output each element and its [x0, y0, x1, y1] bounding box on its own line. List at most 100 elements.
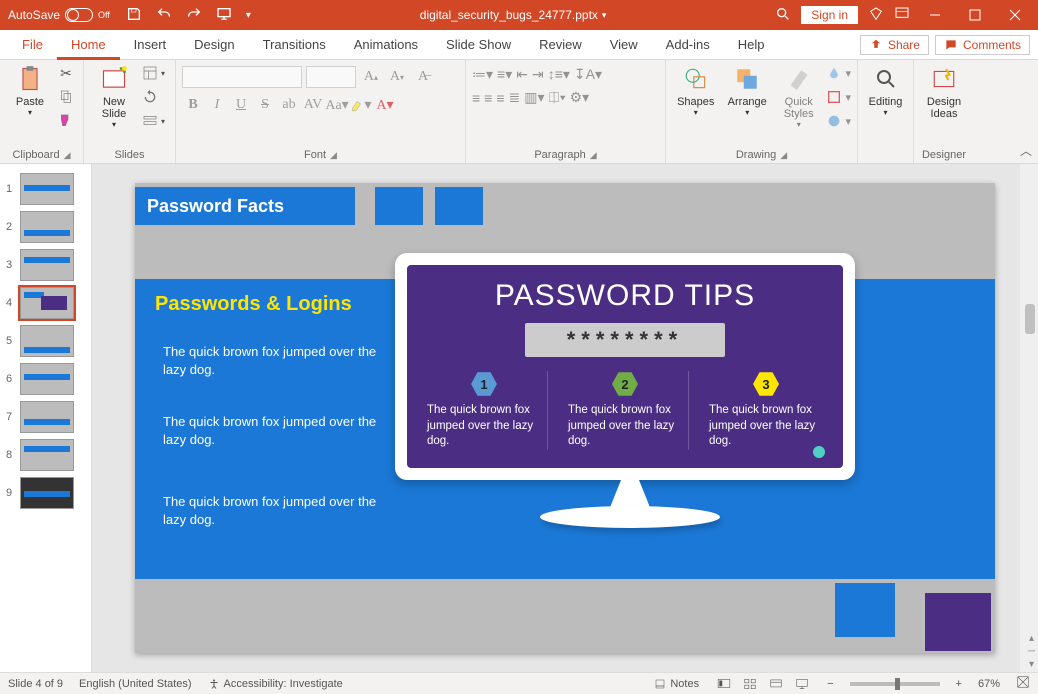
- maximize-button[interactable]: [960, 3, 990, 27]
- underline-button[interactable]: U: [230, 94, 252, 116]
- strike-button[interactable]: S: [254, 94, 276, 116]
- slide-paragraph[interactable]: The quick brown fox jumped over the lazy…: [163, 343, 393, 378]
- paragraph-launcher-icon[interactable]: ◢: [590, 150, 597, 161]
- clear-format-button[interactable]: A̶: [412, 66, 434, 88]
- bullets-icon[interactable]: ≔▾: [472, 66, 493, 83]
- tab-help[interactable]: Help: [724, 30, 779, 60]
- font-size-field[interactable]: [306, 66, 356, 88]
- vertical-scrollbar[interactable]: ▴─▾: [1020, 164, 1038, 672]
- change-case-button[interactable]: Aa▾: [326, 94, 348, 116]
- title-dropdown-icon[interactable]: ▾: [602, 10, 607, 21]
- scrollbar-thumb[interactable]: [1025, 304, 1035, 334]
- decrease-font-button[interactable]: A▾: [386, 66, 408, 88]
- slide-canvas-area[interactable]: Password Facts Passwords & Logins The qu…: [92, 164, 1038, 672]
- thumbnail-slide[interactable]: 6: [0, 360, 91, 398]
- slide-title-band[interactable]: Password Facts: [135, 187, 355, 225]
- zoom-value[interactable]: 67%: [978, 678, 1000, 690]
- columns-icon[interactable]: ▥▾: [524, 89, 544, 106]
- editing-button[interactable]: Editing▾: [864, 62, 907, 117]
- align-center-icon[interactable]: ≡: [484, 89, 492, 106]
- thumbnail-slide[interactable]: 9: [0, 474, 91, 512]
- smartart-icon[interactable]: ⚙▾: [570, 89, 590, 106]
- thumbnail-slide[interactable]: 3: [0, 246, 91, 284]
- layout-button[interactable]: ▾: [142, 62, 165, 84]
- reset-button[interactable]: [142, 86, 165, 108]
- tab-addins[interactable]: Add-ins: [652, 30, 724, 60]
- present-icon[interactable]: [216, 6, 232, 25]
- arrange-button[interactable]: Arrange▾: [723, 62, 770, 117]
- italic-button[interactable]: I: [206, 94, 228, 116]
- font-launcher-icon[interactable]: ◢: [330, 150, 337, 161]
- thumbnail-slide[interactable]: 1: [0, 170, 91, 208]
- slide-count[interactable]: Slide 4 of 9: [8, 678, 63, 690]
- shapes-button[interactable]: Shapes▾: [672, 62, 719, 117]
- close-button[interactable]: [1000, 3, 1030, 27]
- zoom-slider[interactable]: [850, 682, 940, 686]
- increase-font-button[interactable]: A▴: [360, 66, 382, 88]
- slide-canvas[interactable]: Password Facts Passwords & Logins The qu…: [135, 183, 995, 653]
- drawing-launcher-icon[interactable]: ◢: [780, 150, 787, 161]
- zoom-out-icon[interactable]: −: [827, 678, 833, 690]
- tab-view[interactable]: View: [596, 30, 652, 60]
- accessibility-status[interactable]: Accessibility: Investigate: [208, 678, 343, 690]
- undo-icon[interactable]: [156, 6, 172, 25]
- clipboard-launcher-icon[interactable]: ◢: [64, 150, 71, 161]
- paste-button[interactable]: Paste ▾: [6, 62, 54, 117]
- thumbnail-slide[interactable]: 2: [0, 208, 91, 246]
- font-name-field[interactable]: [182, 66, 302, 88]
- numbering-icon[interactable]: ≡▾: [497, 66, 512, 83]
- char-spacing-button[interactable]: AV: [302, 94, 324, 116]
- cut-button[interactable]: ✂: [58, 62, 74, 84]
- tab-slideshow[interactable]: Slide Show: [432, 30, 525, 60]
- slideshow-view-icon[interactable]: [793, 676, 811, 692]
- font-color-button[interactable]: A▾: [374, 94, 396, 116]
- align-text-icon[interactable]: ⎅▾: [549, 89, 566, 106]
- thumbnail-slide[interactable]: 5: [0, 322, 91, 360]
- align-left-icon[interactable]: ≡: [472, 89, 480, 106]
- shadow-button[interactable]: ab: [278, 94, 300, 116]
- shape-outline-button[interactable]: ▾: [826, 86, 851, 108]
- tab-insert[interactable]: Insert: [120, 30, 181, 60]
- scroll-up-icon[interactable]: ▴: [1029, 633, 1034, 644]
- indent-inc-icon[interactable]: ⇥: [532, 66, 544, 83]
- bold-button[interactable]: B: [182, 94, 204, 116]
- highlight-button[interactable]: ▾: [350, 94, 372, 116]
- section-button[interactable]: ▾: [142, 110, 165, 132]
- search-icon[interactable]: [775, 6, 791, 25]
- diamond-icon[interactable]: [868, 6, 884, 25]
- collapse-ribbon-icon[interactable]: ︿: [1020, 142, 1032, 159]
- text-direction-icon[interactable]: ↧A▾: [574, 66, 602, 83]
- tab-review[interactable]: Review: [525, 30, 596, 60]
- slide-paragraph[interactable]: The quick brown fox jumped over the lazy…: [163, 493, 393, 528]
- slide-thumbnails[interactable]: 123456789: [0, 164, 92, 672]
- minimize-button[interactable]: [920, 3, 950, 27]
- monitor-graphic[interactable]: PASSWORD TIPS ******** 1 The quick brown…: [395, 253, 865, 528]
- tab-animations[interactable]: Animations: [340, 30, 432, 60]
- thumbnail-slide[interactable]: 8: [0, 436, 91, 474]
- quick-styles-button[interactable]: Quick Styles▾: [775, 62, 822, 129]
- shape-effects-button[interactable]: ▾: [826, 110, 851, 132]
- comments-button[interactable]: Comments: [935, 35, 1030, 55]
- thumbnail-slide[interactable]: 4: [0, 284, 91, 322]
- shape-fill-button[interactable]: ▾: [826, 62, 851, 84]
- zoom-in-icon[interactable]: +: [956, 678, 962, 690]
- design-ideas-button[interactable]: Design Ideas: [920, 62, 968, 120]
- reading-view-icon[interactable]: [767, 676, 785, 692]
- format-painter-button[interactable]: [58, 110, 74, 132]
- notes-button[interactable]: Notes: [654, 678, 699, 690]
- ribbon-mode-icon[interactable]: [894, 6, 910, 25]
- redo-icon[interactable]: [186, 6, 202, 25]
- normal-view-icon[interactable]: [715, 676, 733, 692]
- scroll-down-icon[interactable]: ▾: [1029, 659, 1034, 670]
- save-icon[interactable]: [126, 6, 142, 25]
- language-status[interactable]: English (United States): [79, 678, 192, 690]
- align-right-icon[interactable]: ≡: [496, 89, 504, 106]
- slide-subtitle[interactable]: Passwords & Logins: [155, 293, 352, 316]
- tab-transitions[interactable]: Transitions: [249, 30, 340, 60]
- new-slide-button[interactable]: New Slide ▾: [90, 62, 138, 129]
- tab-home[interactable]: Home: [57, 30, 120, 60]
- tab-file[interactable]: File: [8, 30, 57, 60]
- sign-in-button[interactable]: Sign in: [801, 6, 858, 24]
- copy-button[interactable]: [58, 86, 74, 108]
- fit-window-icon[interactable]: [1016, 675, 1030, 692]
